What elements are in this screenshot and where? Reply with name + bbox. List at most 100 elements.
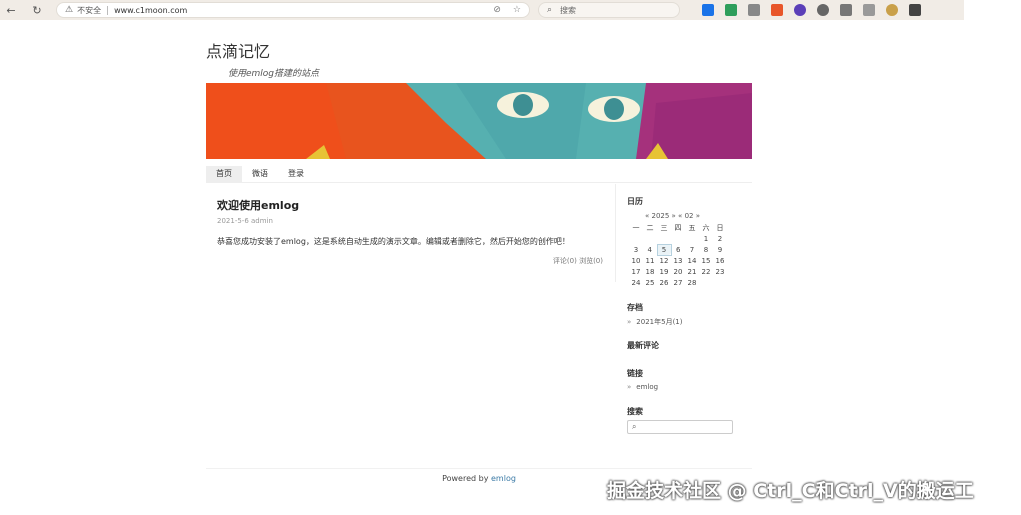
footer-divider xyxy=(206,468,752,469)
star-icon[interactable]: ☆ xyxy=(513,5,521,15)
calendar-row: 3456789 xyxy=(629,243,727,256)
post-title[interactable]: 欢迎使用emlog xyxy=(217,197,299,213)
calendar-day[interactable]: 20 xyxy=(671,266,685,277)
calendar-weekday: 二 xyxy=(646,223,654,232)
nav-home[interactable]: 首页 xyxy=(206,166,242,182)
warning-icon: ⚠ xyxy=(65,5,74,15)
calendar-row: 17 18 19 20 21 22 23 xyxy=(629,266,727,277)
archive-item-label: 2021年5月(1) xyxy=(636,318,683,326)
calendar-day[interactable]: 2 xyxy=(713,233,727,244)
main-nav: 首页 微语 登录 xyxy=(206,166,752,183)
post-comments-link[interactable]: 评论(0) xyxy=(553,257,577,265)
calendar-day[interactable]: 21 xyxy=(685,266,699,277)
post-list: 欢迎使用emlog 2021-5-6 admin 恭喜您成功安装了emlog，这… xyxy=(206,184,616,282)
archive-title: 存档 xyxy=(627,303,643,312)
ext-orange-icon[interactable] xyxy=(771,4,783,16)
calendar-day[interactable]: 28 xyxy=(685,277,699,288)
archive-item[interactable]: » 2021年5月(1) xyxy=(627,317,682,327)
browser-search-placeholder: 搜索 xyxy=(560,5,577,15)
link-item-label: emlog xyxy=(636,383,659,391)
footer-emlog-link[interactable]: emlog xyxy=(491,474,516,483)
calendar-day xyxy=(713,277,727,288)
calendar-nav[interactable]: « 2025 » « 02 » xyxy=(645,212,700,220)
calendar-day[interactable]: 12 xyxy=(657,255,671,266)
calendar-day[interactable]: 4 xyxy=(643,244,657,255)
favorites-icon[interactable] xyxy=(863,4,875,16)
calendar-day[interactable]: 9 xyxy=(713,244,727,255)
calendar-weekday: 六 xyxy=(702,223,710,232)
banner-image xyxy=(206,83,752,159)
calendar-day[interactable]: 7 xyxy=(685,244,699,255)
site-description: 使用emlog搭建的站点 xyxy=(228,69,320,79)
calendar: 一二三四五六日 1 2 3 4 5 6 7 8 9 10 11 12 13 14 15 16 17 18 19 20 21… xyxy=(629,222,728,288)
calendar-day xyxy=(629,233,643,244)
calendar-day[interactable]: 8 xyxy=(699,244,713,255)
post-views: 浏览(0) xyxy=(579,257,603,265)
nav-twitter[interactable]: 微语 xyxy=(242,166,278,182)
profile-avatar[interactable] xyxy=(886,4,898,16)
calendar-day[interactable]: 22 xyxy=(699,266,713,277)
calendar-title: 日历 xyxy=(627,197,643,206)
calendar-weekday-row: 一二三四五六日 xyxy=(629,222,727,233)
calendar-day xyxy=(685,233,699,244)
calendar-weekday: 日 xyxy=(716,223,724,232)
calendar-day[interactable]: 18 xyxy=(643,266,657,277)
calendar-weekday: 三 xyxy=(660,223,668,232)
arrow-right-icon: » xyxy=(627,383,632,391)
calendar-day xyxy=(643,233,657,244)
refresh-icon[interactable]: ↻ xyxy=(28,1,46,19)
shield-green-icon[interactable] xyxy=(725,4,737,16)
links-title: 链接 xyxy=(627,369,643,378)
calendar-day[interactable]: 27 xyxy=(671,277,685,288)
post-footer: 评论(0) 浏览(0) xyxy=(553,256,603,266)
header-banner xyxy=(206,83,752,159)
calendar-day[interactable]: 23 xyxy=(713,266,727,277)
calendar-day[interactable]: 25 xyxy=(643,277,657,288)
calendar-weekday: 四 xyxy=(674,223,682,232)
nav-login[interactable]: 登录 xyxy=(278,166,314,182)
calendar-day[interactable]: 11 xyxy=(643,255,657,266)
browser-search[interactable]: ⌕ 搜索 xyxy=(538,2,680,18)
split-view-icon[interactable] xyxy=(840,4,852,16)
watermark: 掘金技术社区 @ Ctrl_C和Ctrl_V的搬运工 xyxy=(607,480,974,502)
search-icon: ⌕ xyxy=(547,5,553,15)
translate-icon[interactable]: ⊘ xyxy=(493,5,501,15)
calendar-day[interactable]: 13 xyxy=(671,255,685,266)
calendar-weekday: 五 xyxy=(688,223,696,232)
calendar-row: 10 11 12 13 14 15 16 xyxy=(629,255,727,266)
ext-purple-icon[interactable] xyxy=(794,4,806,16)
arrow-right-icon: » xyxy=(627,318,632,326)
search-title: 搜索 xyxy=(627,407,643,416)
link-item[interactable]: » emlog xyxy=(627,383,658,391)
clipboard-icon[interactable] xyxy=(748,4,760,16)
calendar-day[interactable]: 5 xyxy=(656,243,672,256)
search-icon: ⌕ xyxy=(632,422,637,431)
calendar-day[interactable]: 15 xyxy=(699,255,713,266)
shield-blue-icon[interactable] xyxy=(702,4,714,16)
url-text[interactable]: www.c1moon.com xyxy=(114,6,481,15)
site-title[interactable]: 点滴记忆 xyxy=(206,38,270,62)
calendar-day[interactable]: 16 xyxy=(713,255,727,266)
calendar-day[interactable]: 24 xyxy=(629,277,643,288)
calendar-day xyxy=(671,233,685,244)
calendar-day[interactable]: 6 xyxy=(671,244,685,255)
browser-toolbar: ← ↻ ⚠ 不安全 www.c1moon.com ⊘ ☆ ⌕ 搜索 xyxy=(0,0,964,20)
recent-comments-title: 最新评论 xyxy=(627,341,659,350)
address-separator xyxy=(107,5,109,15)
calendar-day[interactable]: 14 xyxy=(685,255,699,266)
calendar-day[interactable]: 26 xyxy=(657,277,671,288)
calendar-day xyxy=(657,233,671,244)
calendar-weekday: 一 xyxy=(632,223,640,232)
extension-bar xyxy=(702,4,921,16)
calendar-day[interactable]: 19 xyxy=(657,266,671,277)
sidebar-search-input[interactable]: ⌕ xyxy=(627,420,733,434)
calendar-day[interactable]: 1 xyxy=(699,233,713,244)
calendar-row: 12 xyxy=(629,233,727,244)
calendar-day[interactable]: 17 xyxy=(629,266,643,277)
back-icon[interactable]: ← xyxy=(2,1,20,19)
calendar-day[interactable]: 3 xyxy=(629,244,643,255)
calendar-day[interactable]: 10 xyxy=(629,255,643,266)
address-bar[interactable]: ⚠ 不安全 www.c1moon.com ⊘ ☆ xyxy=(56,2,530,18)
sync-icon[interactable] xyxy=(817,4,829,16)
sidebar-toggle-icon[interactable] xyxy=(909,4,921,16)
